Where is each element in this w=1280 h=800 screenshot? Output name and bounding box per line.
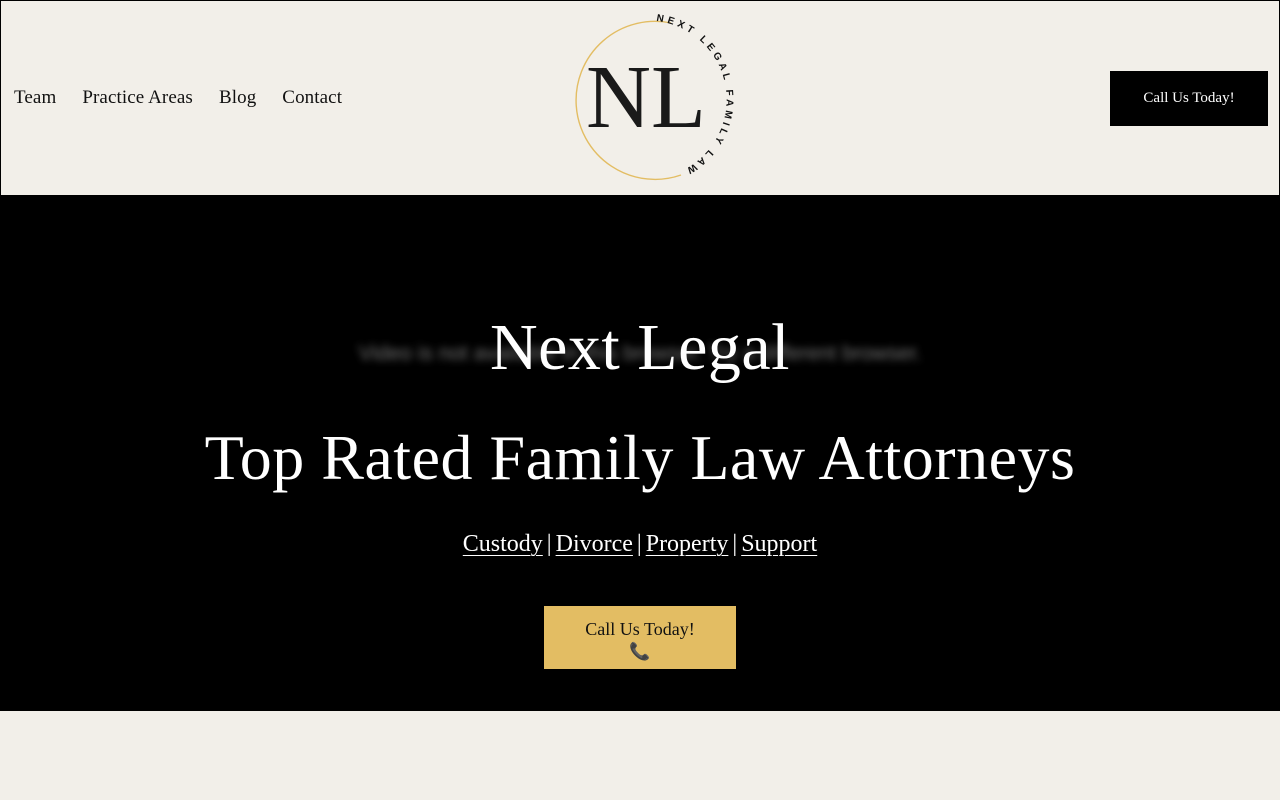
service-link-divorce[interactable]: Divorce: [556, 531, 633, 557]
hero-call-label: Call Us Today!: [585, 619, 695, 639]
hero-section: Video is not available in this browser. …: [0, 196, 1280, 711]
site-header: Team Practice Areas Blog Contact NEXT LE…: [0, 0, 1280, 196]
nav-link-team[interactable]: Team: [14, 85, 56, 111]
main-nav: Team Practice Areas Blog Contact: [14, 85, 368, 111]
separator: |: [636, 531, 642, 557]
header-call-button[interactable]: Call Us Today!: [1110, 71, 1268, 126]
separator: |: [732, 531, 738, 557]
service-link-property[interactable]: Property: [646, 531, 729, 557]
below-fold-section: [0, 711, 1280, 800]
logo-monogram: NL: [586, 48, 706, 147]
service-link-custody[interactable]: Custody: [463, 531, 543, 557]
phone-icon: 📞: [629, 642, 651, 661]
nav-link-contact[interactable]: Contact: [282, 85, 342, 111]
hero-title: Next Legal: [489, 311, 791, 384]
site-logo[interactable]: NEXT LEGAL FAMILY LAW NL: [549, 11, 735, 191]
service-link-support[interactable]: Support: [741, 531, 817, 557]
nav-link-practice-areas[interactable]: Practice Areas: [82, 85, 193, 111]
hero-call-button[interactable]: Call Us Today! 📞: [544, 606, 736, 669]
logo-mark: NEXT LEGAL FAMILY LAW NL: [575, 13, 731, 181]
separator: |: [546, 531, 552, 557]
services-links: Custody | Divorce | Property | Support: [0, 526, 1280, 562]
hero-subtitle: Top Rated Family Law Attorneys: [204, 422, 1076, 493]
nav-link-blog[interactable]: Blog: [219, 85, 256, 111]
